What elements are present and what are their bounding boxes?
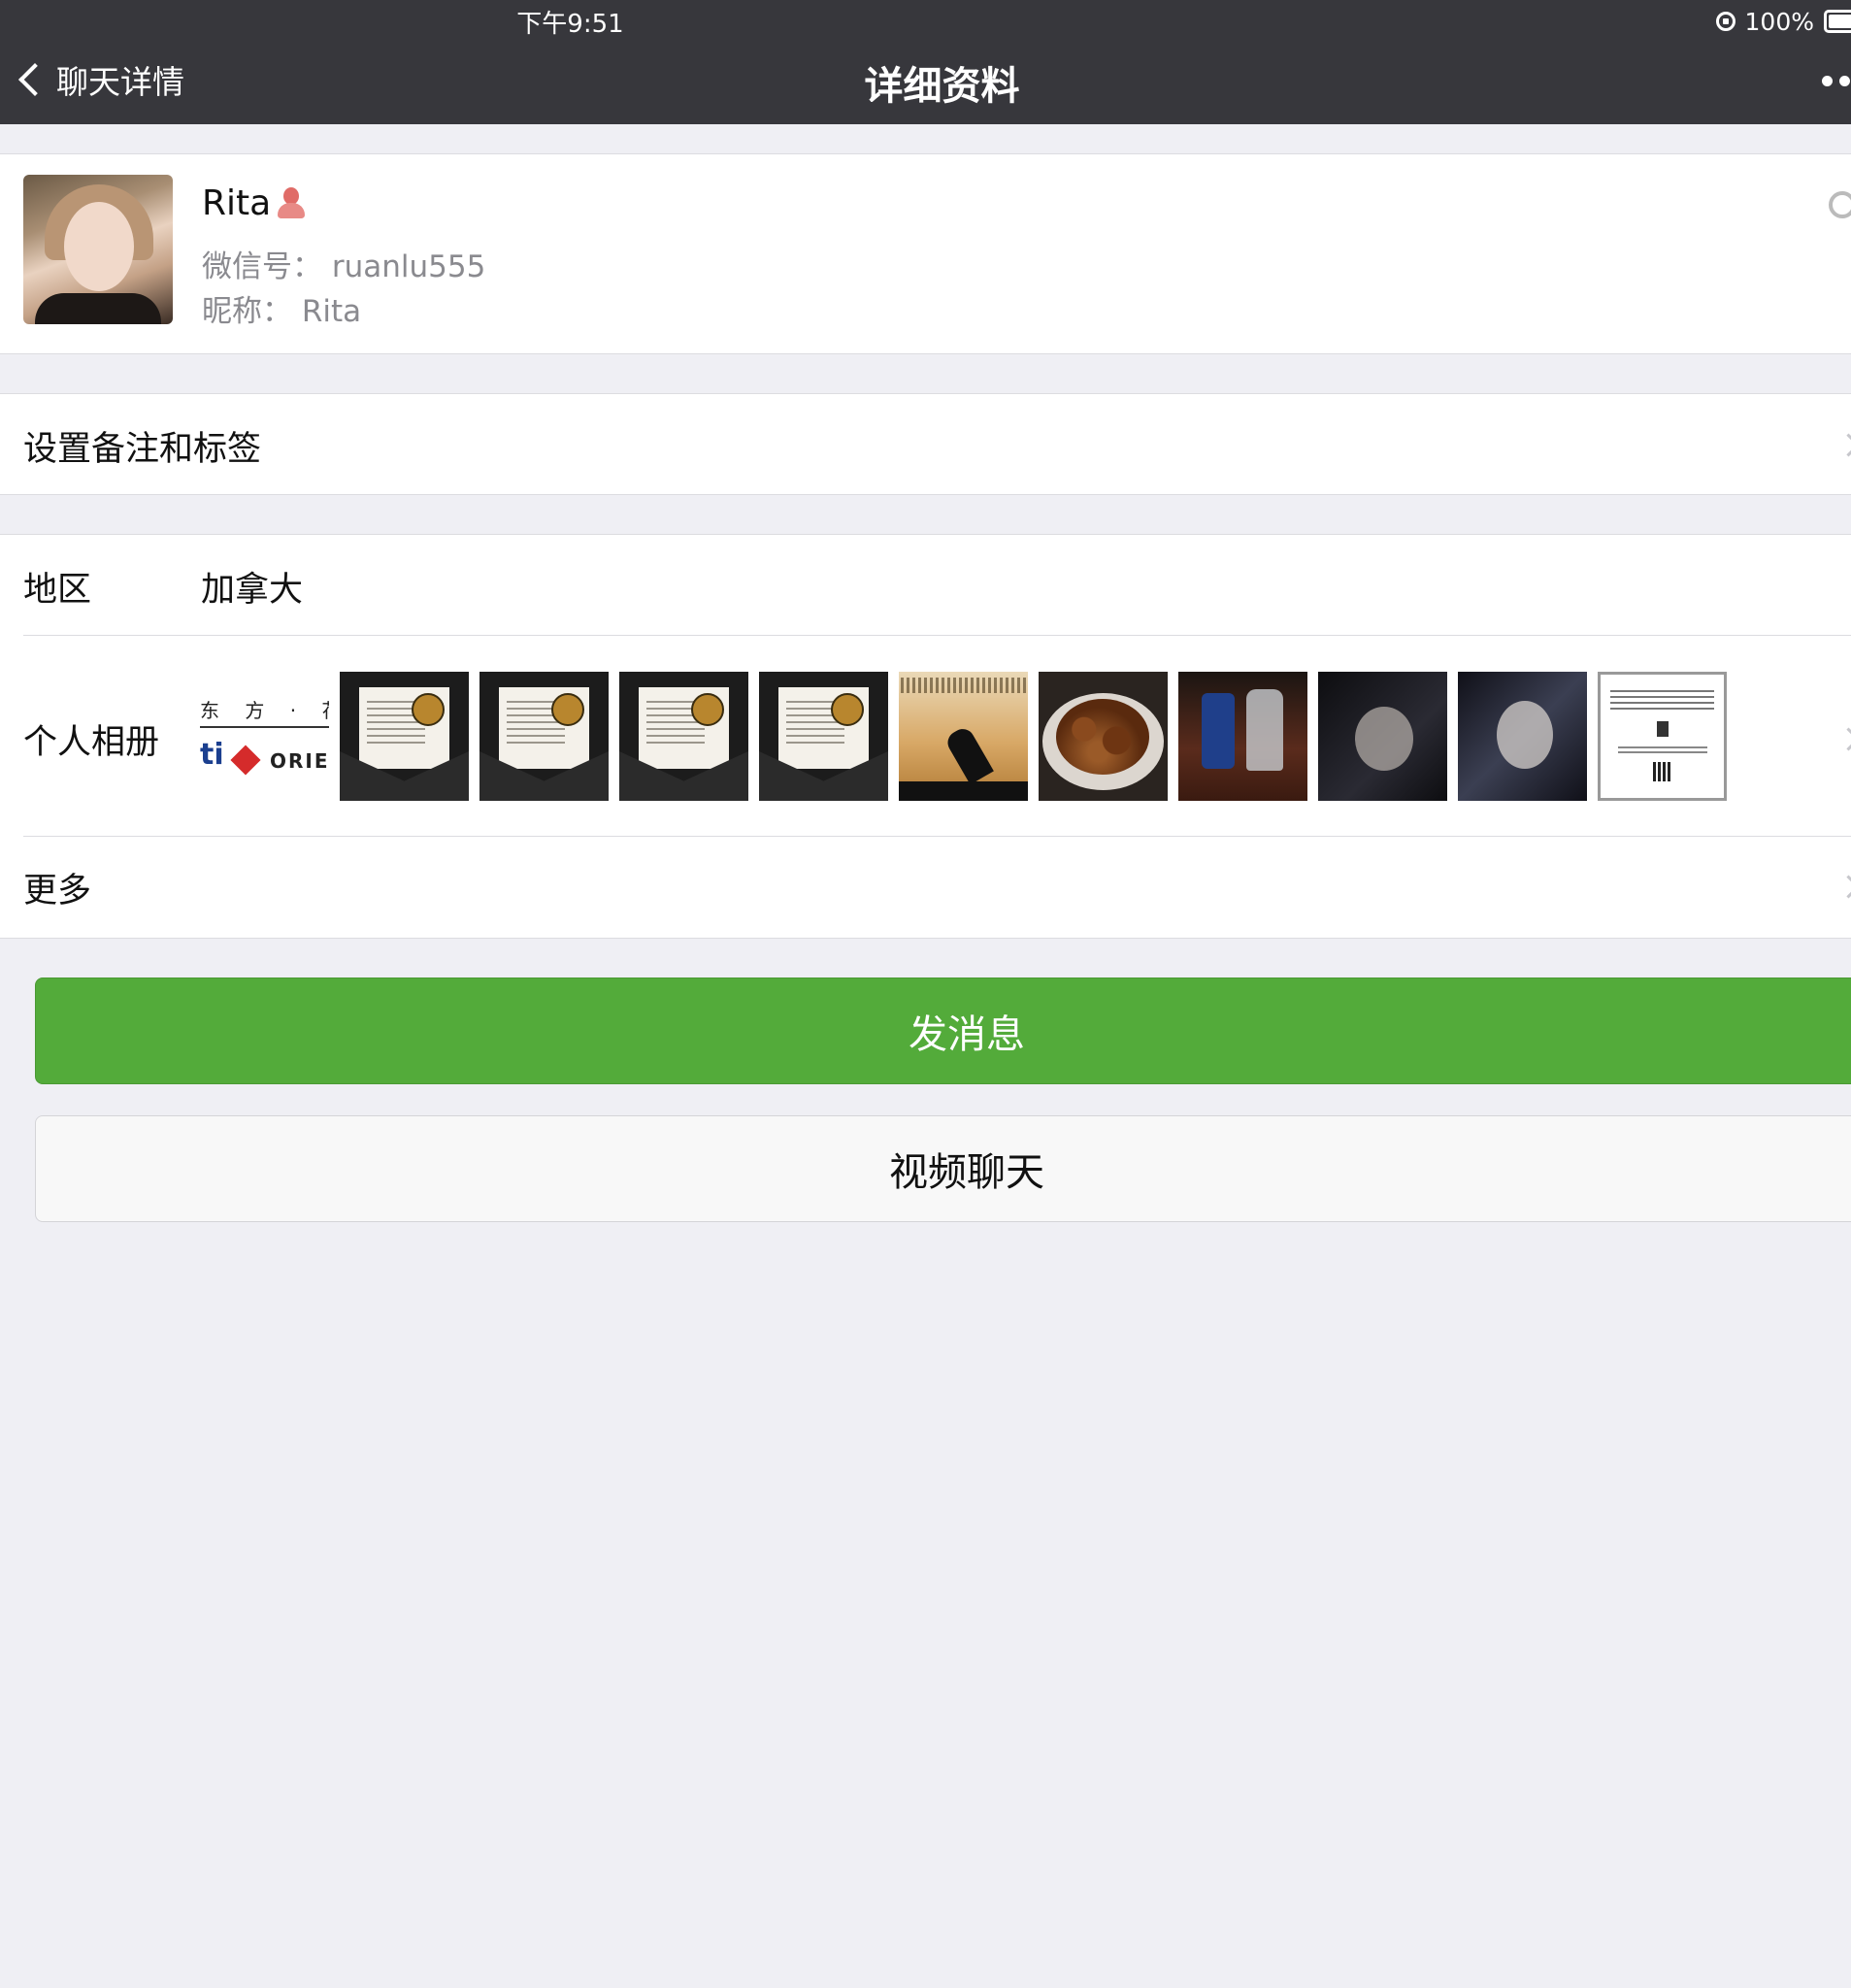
profile-card: Rita 微信号： ruanlu555 昵称： Rita xyxy=(0,153,1851,354)
avatar[interactable] xyxy=(23,175,173,324)
status-time: 下午9:51 xyxy=(516,10,624,39)
top-bar: 下午9:51 100% 聊天详情 详细资料 xyxy=(0,0,1851,124)
album-photo-portrait-2[interactable] xyxy=(1458,672,1587,801)
nickname: 昵称： Rita xyxy=(202,294,362,329)
battery-icon xyxy=(1824,10,1851,33)
logo-mark-icon xyxy=(230,745,261,776)
divider xyxy=(23,836,1851,837)
profile-name: Rita xyxy=(202,183,306,223)
album-photo-letter-2[interactable] xyxy=(479,672,609,801)
chevron-right-icon xyxy=(1836,875,1851,899)
album-photo-food[interactable] xyxy=(1039,672,1168,801)
wechat-id: 微信号： ruanlu555 xyxy=(202,249,486,284)
region-label: 地区 xyxy=(23,571,92,610)
rotation-lock-icon xyxy=(1715,12,1735,31)
album-photo-letter-4[interactable] xyxy=(759,672,888,801)
region-value: 加拿大 xyxy=(201,571,304,610)
more-options-icon[interactable] xyxy=(1822,76,1851,86)
album-photo-letter-1[interactable] xyxy=(340,672,469,801)
album-thumbnails: 东 方 · 花 旗 ti ORIEI xyxy=(200,672,1727,801)
status-indicators: 100% xyxy=(1715,4,1851,39)
info-section: 地区 加拿大 个人相册 东 方 · 花 旗 ti ORIEI xyxy=(0,534,1851,939)
chevron-right-icon xyxy=(1836,433,1851,457)
logo-chinese-text: 东 方 · 花 旗 xyxy=(200,699,329,722)
album-photo-letter-3[interactable] xyxy=(619,672,748,801)
female-icon xyxy=(277,186,306,220)
video-chat-button[interactable]: 视频聊天 xyxy=(35,1115,1851,1222)
profile-name-text: Rita xyxy=(202,183,272,223)
album-photo-sunset[interactable] xyxy=(899,672,1028,801)
chevron-right-icon xyxy=(1836,727,1851,751)
qr-code-icon[interactable] xyxy=(1829,191,1851,218)
logo-brand-text: ORIEI xyxy=(270,749,329,773)
more-label: 更多 xyxy=(23,872,92,911)
remark-tags-row[interactable]: 设置备注和标签 xyxy=(0,393,1851,495)
remark-tags-label: 设置备注和标签 xyxy=(23,430,262,469)
album-label: 个人相册 xyxy=(23,723,160,762)
album-photo-portrait-1[interactable] xyxy=(1318,672,1447,801)
logo-ti-text: ti xyxy=(200,738,224,772)
send-message-button[interactable]: 发消息 xyxy=(35,977,1851,1084)
send-message-label: 发消息 xyxy=(909,1012,1025,1057)
divider xyxy=(23,635,1851,636)
page-title: 详细资料 xyxy=(864,64,1020,109)
album-photo-drinks[interactable] xyxy=(1178,672,1307,801)
video-chat-label: 视频聊天 xyxy=(889,1150,1044,1195)
album-photo-poster[interactable] xyxy=(1598,672,1727,801)
album-photo-logo[interactable]: 东 方 · 花 旗 ti ORIEI xyxy=(200,672,329,801)
battery-percent: 100% xyxy=(1744,7,1814,36)
